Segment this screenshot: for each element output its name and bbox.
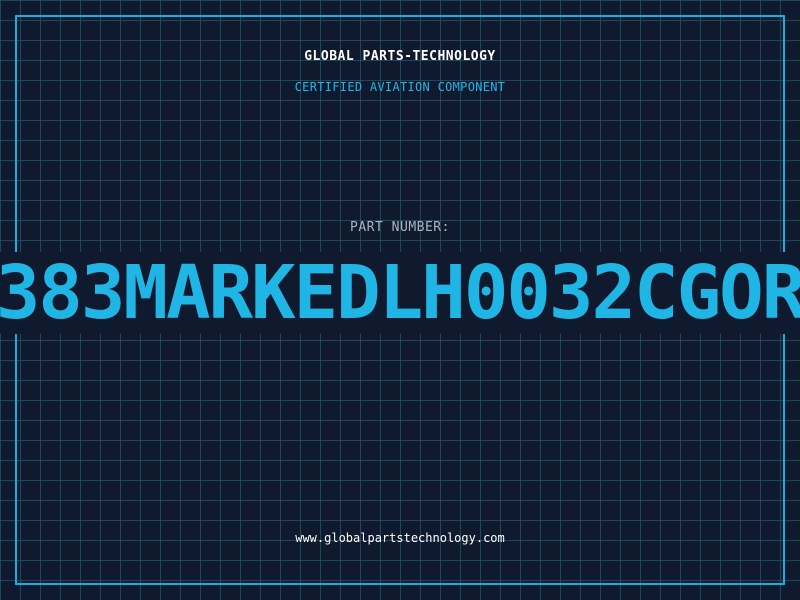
- part-number-label: PART NUMBER:: [350, 220, 450, 235]
- company-name: GLOBAL PARTS-TECHNOLOGY: [304, 49, 496, 64]
- part-label-card: GLOBAL PARTS-TECHNOLOGY CERTIFIED AVIATI…: [0, 0, 800, 600]
- certification-subtitle: CERTIFIED AVIATION COMPONENT: [294, 80, 506, 94]
- website-url: www.globalpartstechnology.com: [295, 531, 505, 545]
- part-number-band: 383MARKEDLH0032CGOR: [0, 252, 800, 334]
- part-number-value: 383MARKEDLH0032CGOR: [0, 252, 800, 334]
